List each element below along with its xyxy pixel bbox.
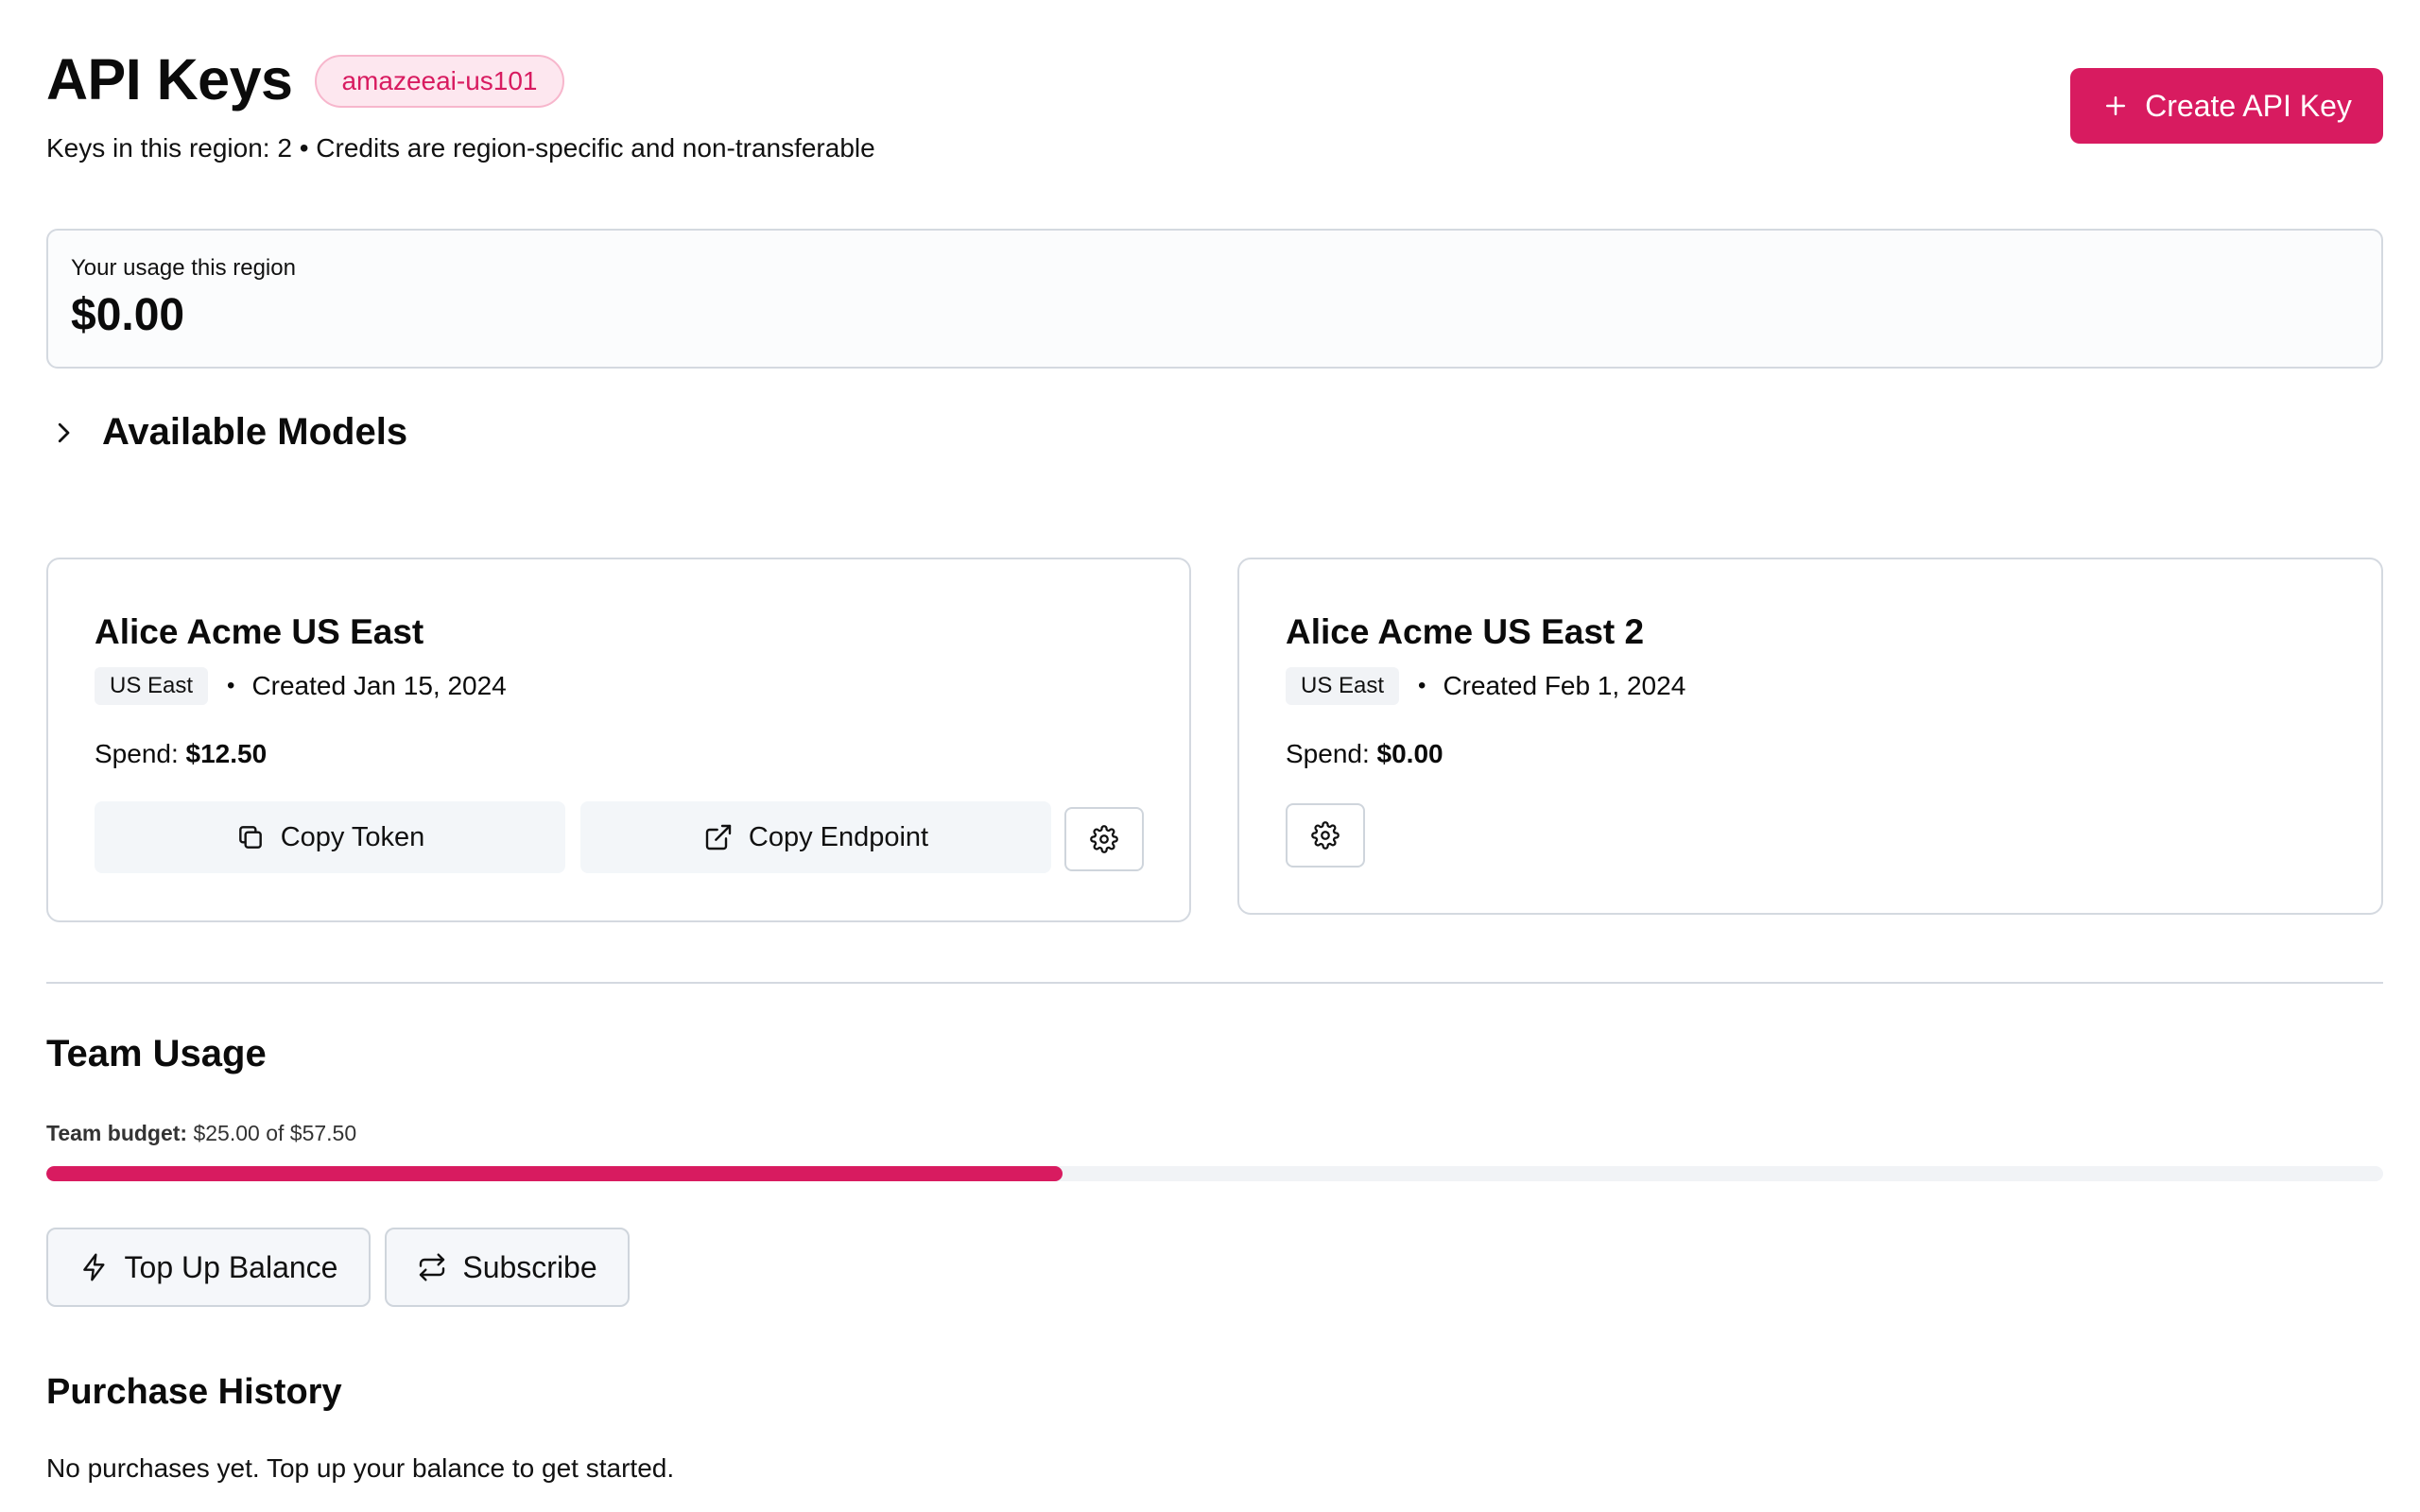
created-date: Created Feb 1, 2024 bbox=[1443, 671, 1686, 700]
usage-card: Your usage this region $0.00 bbox=[46, 229, 2383, 369]
title-row: API Keys amazeeai-us101 bbox=[46, 45, 564, 113]
page-subtitle: Keys in this region: 2 • Credits are reg… bbox=[46, 133, 875, 163]
subscribe-button[interactable]: Subscribe bbox=[385, 1228, 630, 1307]
api-key-card: Alice Acme US East 2 US East • Created F… bbox=[1237, 558, 2383, 915]
api-key-name: Alice Acme US East bbox=[95, 612, 424, 651]
top-up-balance-label: Top Up Balance bbox=[124, 1249, 338, 1284]
copy-token-button[interactable]: Copy Token bbox=[95, 801, 565, 873]
copy-endpoint-label: Copy Endpoint bbox=[748, 821, 929, 852]
lightning-icon bbox=[82, 1253, 105, 1281]
copy-token-label: Copy Token bbox=[280, 821, 425, 852]
spend-value: $0.00 bbox=[1376, 739, 1443, 768]
key-settings-button[interactable] bbox=[1064, 807, 1144, 871]
purchase-history-empty: No purchases yet. Top up your balance to… bbox=[46, 1453, 675, 1483]
plus-icon bbox=[2106, 96, 2126, 115]
create-api-key-label: Create API Key bbox=[2145, 88, 2352, 123]
available-models-title: Available Models bbox=[102, 411, 408, 453]
team-budget-progress-fill bbox=[46, 1166, 1063, 1181]
team-budget-label: Team budget: bbox=[46, 1121, 188, 1145]
copy-icon bbox=[238, 826, 262, 849]
meta-separator: • bbox=[1418, 673, 1426, 698]
api-key-meta: US East • Created Feb 1, 2024 bbox=[1286, 667, 1685, 705]
region-tag: US East bbox=[95, 667, 209, 705]
api-key-card: Alice Acme US East US East • Created Jan… bbox=[46, 558, 1191, 922]
spend-row: Spend: $0.00 bbox=[1286, 739, 1443, 769]
external-link-icon bbox=[705, 824, 732, 850]
subscribe-label: Subscribe bbox=[462, 1249, 597, 1284]
spend-row: Spend: $12.50 bbox=[95, 739, 267, 769]
team-budget-progress bbox=[46, 1166, 2383, 1181]
region-tag: US East bbox=[1286, 667, 1400, 705]
created-date: Created Jan 15, 2024 bbox=[251, 671, 507, 700]
team-usage-title: Team Usage bbox=[46, 1033, 267, 1074]
team-budget-value: $25.00 of $57.50 bbox=[193, 1121, 357, 1145]
meta-separator: • bbox=[227, 673, 235, 698]
spend-label: Spend: bbox=[1286, 739, 1370, 768]
region-badge: amazeeai-us101 bbox=[315, 55, 564, 108]
spend-label: Spend: bbox=[95, 739, 179, 768]
repeat-icon bbox=[420, 1253, 445, 1281]
copy-endpoint-button[interactable]: Copy Endpoint bbox=[580, 801, 1051, 873]
purchase-history-title: Purchase History bbox=[46, 1372, 342, 1412]
create-api-key-button[interactable]: Create API Key bbox=[2070, 68, 2383, 144]
api-key-meta: US East • Created Jan 15, 2024 bbox=[95, 667, 507, 705]
usage-label: Your usage this region bbox=[71, 255, 296, 281]
section-divider bbox=[46, 982, 2383, 984]
spend-value: $12.50 bbox=[185, 739, 268, 768]
api-keys-page: API Keys amazeeai-us101 Keys in this reg… bbox=[0, 0, 2420, 1512]
gear-icon bbox=[1311, 821, 1340, 850]
gear-icon bbox=[1090, 825, 1118, 853]
key-settings-button[interactable] bbox=[1286, 803, 1365, 868]
chevron-right-icon bbox=[58, 422, 70, 442]
available-models-toggle[interactable]: Available Models bbox=[49, 411, 407, 454]
top-up-balance-button[interactable]: Top Up Balance bbox=[46, 1228, 371, 1307]
team-budget-line: Team budget: $25.00 of $57.50 bbox=[46, 1121, 356, 1146]
api-key-name: Alice Acme US East 2 bbox=[1286, 612, 1645, 651]
usage-value: $0.00 bbox=[71, 290, 185, 340]
page-title: API Keys bbox=[46, 47, 293, 112]
